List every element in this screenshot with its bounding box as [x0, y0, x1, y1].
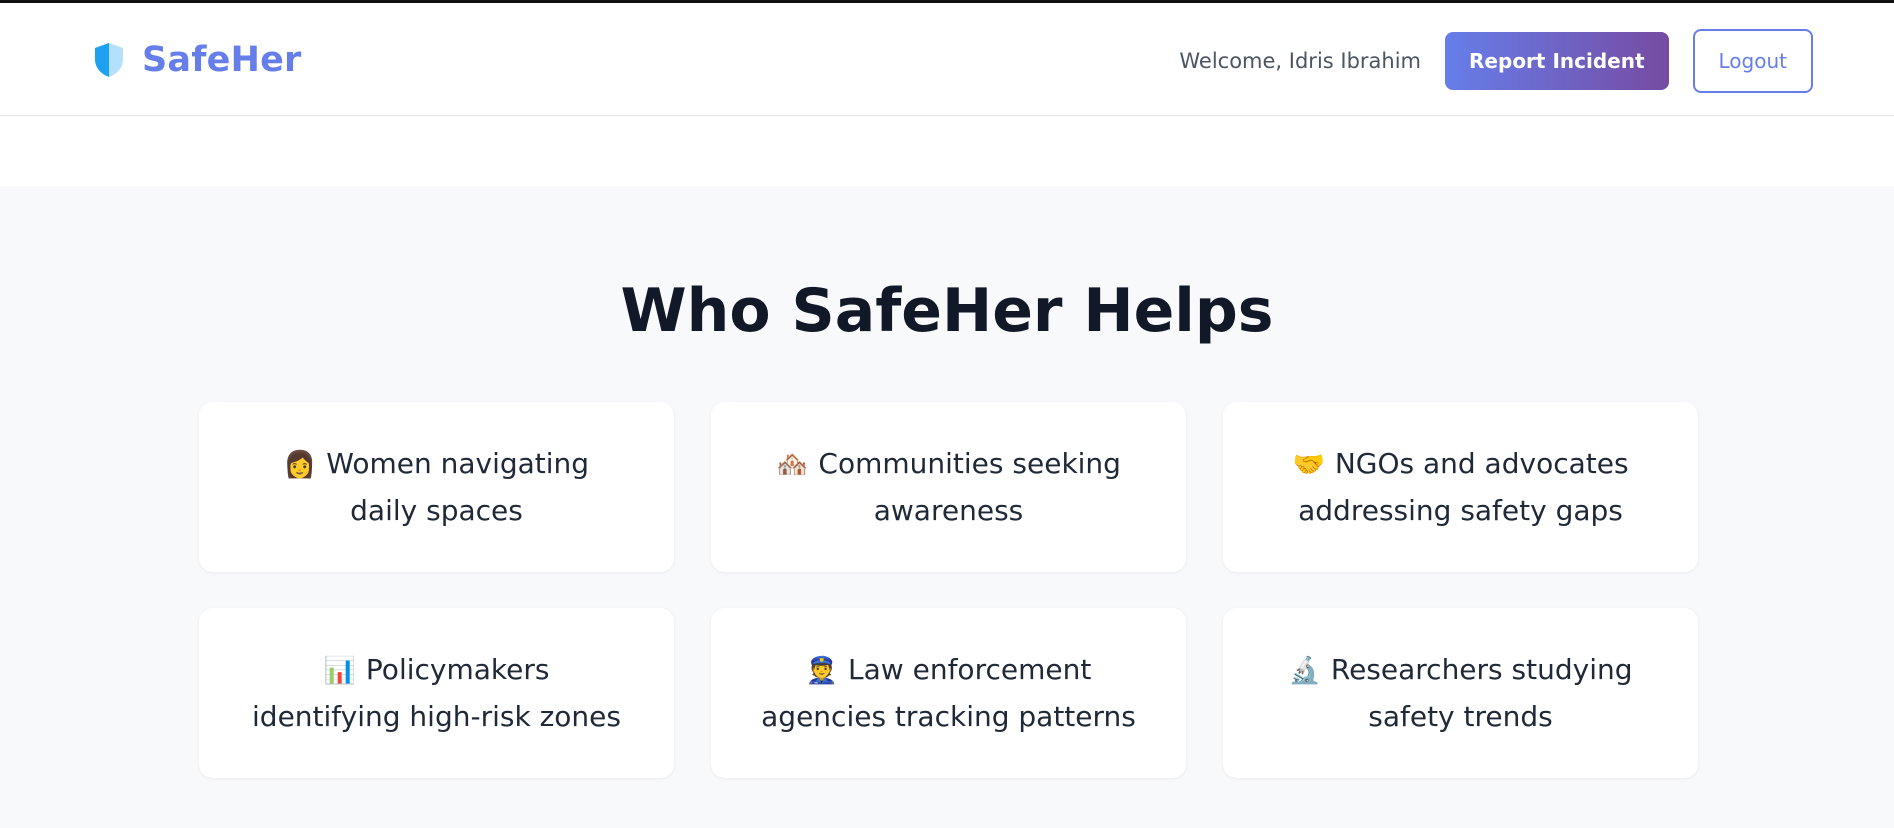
police-officer-icon: 👮: [805, 655, 839, 686]
who-helps-section: Who SafeHer Helps 👩 Women navigating dail…: [0, 186, 1894, 828]
audience-card-text: 🤝 NGOs and advocates addressing safety ga…: [1273, 441, 1648, 534]
microscope-icon: 🔬: [1288, 655, 1321, 686]
audience-card-label: NGOs and advocates addressing safety gap…: [1298, 446, 1629, 527]
audience-card-text: 🔬 Researchers studying safety trends: [1273, 647, 1648, 740]
handshake-icon: 🤝: [1292, 449, 1325, 480]
navbar: SafeHer Welcome, Idris Ibrahim Report In…: [0, 3, 1894, 116]
audience-card: 🤝 NGOs and advocates addressing safety ga…: [1223, 402, 1698, 572]
welcome-text: Welcome, Idris Ibrahim: [1179, 49, 1422, 73]
report-incident-button[interactable]: Report Incident: [1445, 32, 1669, 90]
audience-card-label: Women navigating daily spaces: [326, 446, 590, 527]
logout-button[interactable]: Logout: [1692, 29, 1813, 93]
shield-icon: [93, 42, 125, 78]
bar-chart-icon: 📊: [323, 655, 356, 686]
audience-card-label: Policymakers identifying high-risk zones: [252, 652, 621, 733]
audience-card-label: Researchers studying safety trends: [1330, 652, 1633, 733]
nav-actions: Welcome, Idris Ibrahim Report Incident L…: [1179, 29, 1813, 93]
audience-card: 🏘️ Communities seeking awareness: [711, 402, 1186, 572]
woman-icon: 👩: [283, 449, 317, 480]
audience-card-text: 🏘️ Communities seeking awareness: [761, 441, 1136, 534]
audience-card: 🔬 Researchers studying safety trends: [1223, 608, 1698, 778]
hero-bottom-spacer: [0, 116, 1894, 186]
houses-icon: 🏘️: [776, 449, 809, 480]
section-title: Who SafeHer Helps: [620, 276, 1274, 346]
audience-card-text: 📊 Policymakers identifying high-risk zone…: [249, 647, 624, 740]
brand-name: SafeHer: [142, 40, 302, 80]
audience-cards-grid: 👩 Women navigating daily spaces 🏘️ Communi…: [199, 402, 1699, 778]
audience-card-text: 👩 Women navigating daily spaces: [249, 441, 624, 534]
brand-logo[interactable]: SafeHer: [93, 40, 301, 80]
audience-card: 👮 Law enforcement agencies tracking patte…: [711, 608, 1186, 778]
audience-card-label: Communities seeking awareness: [818, 446, 1121, 527]
audience-card-text: 👮 Law enforcement agencies tracking patte…: [761, 647, 1136, 740]
audience-card: 👩 Women navigating daily spaces: [199, 402, 674, 572]
audience-card: 📊 Policymakers identifying high-risk zone…: [199, 608, 674, 778]
